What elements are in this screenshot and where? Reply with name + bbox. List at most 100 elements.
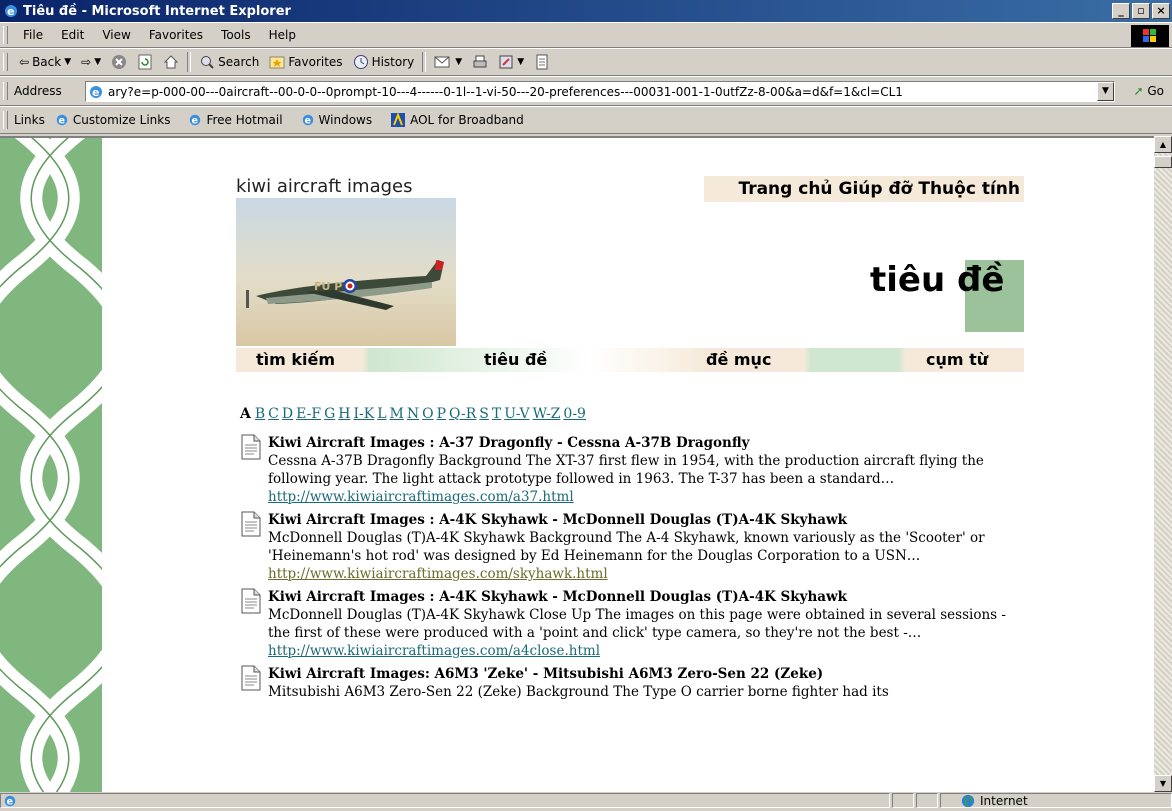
ie-page-icon: e (56, 114, 68, 127)
alphabet-link[interactable]: W-Z (533, 406, 561, 422)
scroll-up-button[interactable]: ▲ (1154, 136, 1172, 153)
history-button[interactable]: History (348, 54, 420, 70)
result-url[interactable]: http://www.kiwiaircraftimages.com/a37.ht… (268, 488, 1030, 506)
status-panel (916, 793, 938, 808)
alphabet-link[interactable]: M (390, 406, 404, 422)
home-button[interactable] (158, 54, 184, 70)
page-title-part-a: tiêu (870, 260, 946, 300)
alphabet-link[interactable]: O (422, 406, 433, 422)
page-status-icon: e (4, 795, 16, 808)
go-arrow-icon: ➚ (1133, 84, 1144, 98)
alphabet-link[interactable]: N (407, 406, 419, 422)
alphabet-link[interactable]: L (377, 406, 386, 422)
section-nav-bar: tìm kiếm tiêu đề đề mục cụm từ (236, 348, 1024, 372)
aol-icon (391, 112, 406, 127)
dropdown-arrow-icon[interactable]: ▼ (455, 57, 462, 67)
forward-button[interactable]: ⇨ ▼ (76, 55, 106, 69)
nav-home-link[interactable]: Trang chủ (738, 179, 832, 199)
link-windows[interactable]: e Windows (301, 113, 372, 127)
nav-help-link[interactable]: Giúp đỡ (839, 179, 913, 199)
refresh-button[interactable] (132, 54, 158, 70)
tab-titles[interactable]: tiêu đề (484, 350, 547, 369)
menu-bar: File Edit View Favorites Tools Help (0, 22, 1172, 48)
edit-icon (499, 55, 513, 69)
svg-text:e: e (7, 5, 14, 18)
go-button[interactable]: ➚ Go (1133, 84, 1164, 98)
address-bar: Address e ary?e=p-000-00---0aircraft--00… (0, 76, 1172, 106)
tab-phrases[interactable]: cụm từ (926, 350, 988, 369)
vertical-scrollbar[interactable]: ▲ ▼ (1154, 136, 1172, 792)
menu-help[interactable]: Help (260, 28, 305, 42)
alphabet-link[interactable]: B (255, 406, 265, 422)
favorites-button[interactable]: Favorites (264, 54, 347, 70)
stop-button[interactable] (106, 54, 132, 70)
site-logo-text[interactable]: kiwi aircraft images (236, 176, 412, 197)
dropdown-arrow-icon[interactable]: ▼ (517, 57, 524, 67)
mail-button[interactable]: ▼ (429, 54, 467, 70)
address-label: Address (14, 84, 62, 98)
address-dropdown-button[interactable]: ▼ (1097, 82, 1114, 101)
alphabet-link[interactable]: P (437, 406, 446, 422)
print-button[interactable] (467, 54, 493, 70)
alphabet-index: A B C D E-F G H I-K L M N O P Q-R S T U-V W-Z 0-9 (240, 406, 589, 422)
document-icon[interactable] (240, 434, 262, 460)
result-url[interactable]: http://www.kiwiaircraftimages.com/a4clos… (268, 642, 1030, 660)
zone-panel: Internet (940, 793, 1172, 808)
address-input[interactable]: e ary?e=p-000-00---0aircraft--00-0-0--0p… (85, 81, 1115, 102)
discuss-button[interactable] (529, 54, 555, 70)
link-aol-for-broadband[interactable]: AOL for Broadband (390, 112, 524, 128)
maximize-button[interactable]: ▫ (1132, 3, 1150, 19)
alphabet-link[interactable]: G (324, 406, 335, 422)
window-title-bar[interactable]: e Tiêu đề - Microsoft Internet Explorer … (0, 0, 1172, 22)
scroll-down-button[interactable]: ▼ (1154, 775, 1172, 792)
address-value[interactable]: ary?e=p-000-00---0aircraft--00-0-0--0pro… (108, 85, 903, 99)
menu-tools[interactable]: Tools (212, 28, 260, 42)
ie-page-icon: e (302, 114, 313, 127)
link-free-hotmail[interactable]: e Free Hotmail (188, 113, 283, 127)
menu-view[interactable]: View (93, 28, 139, 42)
nav-preferences-link[interactable]: Thuộc tính (918, 179, 1020, 199)
document-icon[interactable] (240, 588, 262, 614)
document-icon[interactable] (240, 511, 262, 537)
stop-icon (112, 55, 127, 69)
link-customize-links[interactable]: e Customize Links (55, 113, 171, 127)
search-button[interactable]: Search (194, 54, 264, 70)
link-label: Customize Links (72, 113, 171, 127)
links-bar: Links e Customize Links e Free Hotmail e… (0, 106, 1172, 134)
document-icon[interactable] (240, 665, 262, 691)
edit-button[interactable]: ▼ (493, 54, 529, 70)
result-title[interactable]: Kiwi Aircraft Images : A-37 Dragonfly - … (268, 434, 1030, 452)
dropdown-arrow-icon[interactable]: ▼ (94, 57, 101, 67)
toolbar-grip[interactable] (3, 53, 8, 71)
toolbar-separator (187, 52, 192, 72)
result-snippet: McDonnell Douglas (T)A-4K Skyhawk Backgr… (268, 530, 985, 564)
close-button[interactable]: × (1152, 3, 1170, 19)
toolbar-grip[interactable] (3, 26, 8, 44)
back-button[interactable]: ⇦ Back ▼ (14, 55, 76, 69)
alphabet-link[interactable]: I-K (353, 406, 374, 422)
tab-search[interactable]: tìm kiếm (256, 350, 335, 369)
result-title[interactable]: Kiwi Aircraft Images : A-4K Skyhawk - Mc… (268, 588, 1030, 606)
list-item: Kiwi Aircraft Images: A6M3 'Zeke' - Mits… (240, 665, 1030, 701)
toolbar-grip[interactable] (3, 82, 8, 100)
alphabet-link[interactable]: D (282, 406, 293, 422)
alphabet-link[interactable]: H (338, 406, 350, 422)
scroll-thumb[interactable] (1154, 156, 1172, 168)
result-title[interactable]: Kiwi Aircraft Images: A6M3 'Zeke' - Mits… (268, 665, 1030, 683)
menu-file[interactable]: File (14, 28, 52, 42)
alphabet-link[interactable]: T (492, 406, 501, 422)
alphabet-link[interactable]: 0-9 (563, 406, 586, 422)
alphabet-link[interactable]: Q-R (449, 406, 476, 422)
result-title[interactable]: Kiwi Aircraft Images : A-4K Skyhawk - Mc… (268, 511, 1030, 529)
menu-favorites[interactable]: Favorites (140, 28, 212, 42)
alphabet-link[interactable]: S (479, 406, 489, 422)
alphabet-link[interactable]: C (268, 406, 279, 422)
dropdown-arrow-icon[interactable]: ▼ (64, 57, 71, 67)
alphabet-link[interactable]: E-F (296, 406, 321, 422)
toolbar-grip[interactable] (3, 111, 8, 129)
tab-subjects[interactable]: đề mục (706, 350, 771, 369)
menu-edit[interactable]: Edit (52, 28, 93, 42)
result-url[interactable]: http://www.kiwiaircraftimages.com/skyhaw… (268, 565, 1030, 583)
alphabet-link[interactable]: U-V (504, 406, 529, 422)
minimize-button[interactable]: _ (1112, 3, 1130, 19)
